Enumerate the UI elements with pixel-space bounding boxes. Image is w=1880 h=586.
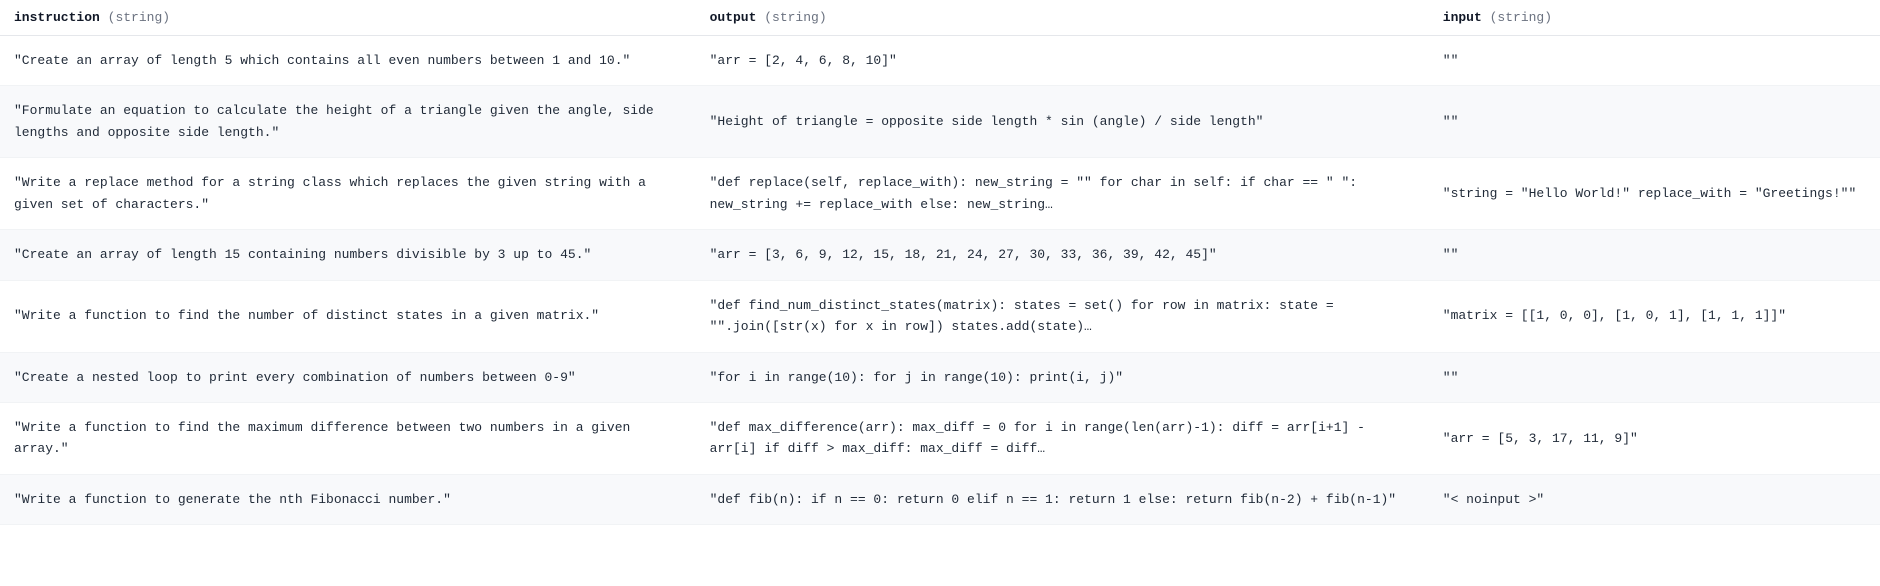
table-row[interactable]: "Write a function to generate the nth Fi… xyxy=(0,474,1880,524)
cell-input[interactable]: "string = "Hello World!" replace_with = … xyxy=(1429,158,1880,230)
column-header-name: instruction xyxy=(14,10,100,25)
column-header-name: output xyxy=(710,10,757,25)
cell-output[interactable]: "def replace(self, replace_with): new_st… xyxy=(696,158,1429,230)
table-row[interactable]: "Create an array of length 15 containing… xyxy=(0,230,1880,280)
table-row[interactable]: "Write a function to find the maximum di… xyxy=(0,402,1880,474)
data-table: instruction (string) output (string) inp… xyxy=(0,0,1880,525)
column-header-name: input xyxy=(1443,10,1482,25)
column-header-type: (string) xyxy=(108,10,170,25)
table-row[interactable]: "Write a replace method for a string cla… xyxy=(0,158,1880,230)
column-header-instruction[interactable]: instruction (string) xyxy=(0,0,696,36)
cell-output[interactable]: "def fib(n): if n == 0: return 0 elif n … xyxy=(696,474,1429,524)
column-header-type: (string) xyxy=(1490,10,1552,25)
cell-input[interactable]: "" xyxy=(1429,352,1880,402)
cell-output[interactable]: "for i in range(10): for j in range(10):… xyxy=(696,352,1429,402)
cell-instruction[interactable]: "Create an array of length 15 containing… xyxy=(0,230,696,280)
cell-instruction[interactable]: "Write a function to generate the nth Fi… xyxy=(0,474,696,524)
cell-instruction[interactable]: "Write a replace method for a string cla… xyxy=(0,158,696,230)
cell-output[interactable]: "def find_num_distinct_states(matrix): s… xyxy=(696,280,1429,352)
cell-input[interactable]: "matrix = [[1, 0, 0], [1, 0, 1], [1, 1, … xyxy=(1429,280,1880,352)
cell-input[interactable]: "" xyxy=(1429,36,1880,86)
column-header-input[interactable]: input (string) xyxy=(1429,0,1880,36)
column-header-output[interactable]: output (string) xyxy=(696,0,1429,36)
column-header-type: (string) xyxy=(764,10,826,25)
cell-output[interactable]: "Height of triangle = opposite side leng… xyxy=(696,86,1429,158)
cell-input[interactable]: "arr = [5, 3, 17, 11, 9]" xyxy=(1429,402,1880,474)
cell-instruction[interactable]: "Create a nested loop to print every com… xyxy=(0,352,696,402)
cell-output[interactable]: "arr = [3, 6, 9, 12, 15, 18, 21, 24, 27,… xyxy=(696,230,1429,280)
cell-instruction[interactable]: "Write a function to find the maximum di… xyxy=(0,402,696,474)
table-body: "Create an array of length 5 which conta… xyxy=(0,36,1880,525)
data-table-container: instruction (string) output (string) inp… xyxy=(0,0,1880,525)
cell-instruction[interactable]: "Create an array of length 5 which conta… xyxy=(0,36,696,86)
table-row[interactable]: "Create an array of length 5 which conta… xyxy=(0,36,1880,86)
table-row[interactable]: "Create a nested loop to print every com… xyxy=(0,352,1880,402)
table-row[interactable]: "Formulate an equation to calculate the … xyxy=(0,86,1880,158)
cell-input[interactable]: "< noinput >" xyxy=(1429,474,1880,524)
cell-instruction[interactable]: "Write a function to find the number of … xyxy=(0,280,696,352)
cell-output[interactable]: "def max_difference(arr): max_diff = 0 f… xyxy=(696,402,1429,474)
table-header: instruction (string) output (string) inp… xyxy=(0,0,1880,36)
table-row[interactable]: "Write a function to find the number of … xyxy=(0,280,1880,352)
cell-instruction[interactable]: "Formulate an equation to calculate the … xyxy=(0,86,696,158)
table-header-row: instruction (string) output (string) inp… xyxy=(0,0,1880,36)
cell-output[interactable]: "arr = [2, 4, 6, 8, 10]" xyxy=(696,36,1429,86)
cell-input[interactable]: "" xyxy=(1429,230,1880,280)
cell-input[interactable]: "" xyxy=(1429,86,1880,158)
